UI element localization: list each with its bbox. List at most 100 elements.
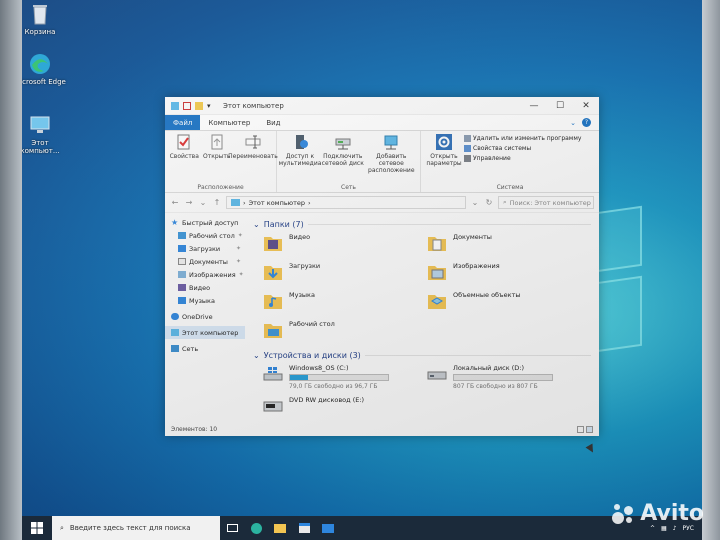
nav-item-label: Изображения xyxy=(189,270,236,279)
open-settings-label: Открыть параметры xyxy=(426,153,462,167)
programs-icon xyxy=(464,135,471,142)
expand-ribbon-chevron-icon[interactable]: ⌄ xyxy=(570,119,576,127)
uninstall-program-button[interactable]: Удалить или изменить программу xyxy=(464,135,581,142)
hard-drive-icon xyxy=(427,371,447,380)
media-access-label: Доступ к мультимедиа xyxy=(278,153,322,167)
properties-icon xyxy=(177,134,190,150)
system-properties-label: Свойства системы xyxy=(473,145,532,152)
drive-item-e[interactable]: DVD RW дисковод (E:) xyxy=(263,396,427,414)
network-drive-icon xyxy=(335,138,351,150)
start-button[interactable] xyxy=(22,516,52,540)
new-folder-qa-icon[interactable] xyxy=(195,101,203,110)
breadcrumb-this-pc[interactable]: Этот компьютер xyxy=(249,199,305,207)
up-arrow-icon[interactable]: ↑ xyxy=(212,198,222,207)
desktop-icon-this-pc[interactable]: Этот компьют... xyxy=(22,113,68,155)
title-bar[interactable]: ▾ Этот компьютер — ☐ ✕ xyxy=(165,97,599,115)
back-arrow-icon[interactable]: ← xyxy=(170,198,180,207)
add-network-location-button[interactable]: Добавить сетевое расположение xyxy=(366,133,417,182)
folder-item-3d-objects[interactable]: Объемные объекты xyxy=(427,291,591,315)
section-header-folders[interactable]: ⌄ Папки (7) xyxy=(253,217,591,231)
system-properties-icon xyxy=(464,145,471,152)
folder-item-videos[interactable]: Видео xyxy=(263,233,427,257)
dvd-drive-icon xyxy=(263,401,283,412)
address-bar[interactable]: › Этот компьютер › xyxy=(226,196,466,209)
open-settings-button[interactable]: Открыть параметры xyxy=(424,133,464,182)
folders-grid: Видео Документы Загрузки Изображения Муз… xyxy=(253,231,591,344)
taskbar-edge-button[interactable] xyxy=(244,516,268,540)
properties-qa-icon[interactable] xyxy=(183,101,191,110)
nav-item-desktop[interactable]: Рабочий стол ✦ xyxy=(165,229,245,242)
rename-label: Переименовать xyxy=(228,153,278,160)
folder-label: Загрузки xyxy=(289,262,321,270)
nav-item-network[interactable]: Сеть xyxy=(165,342,245,355)
address-dropdown-icon[interactable]: ⌄ xyxy=(470,198,480,207)
refresh-icon[interactable]: ↻ xyxy=(484,198,494,207)
taskbar-mail-button[interactable] xyxy=(316,516,340,540)
large-icons-view-icon[interactable] xyxy=(586,425,593,433)
nav-item-label: Загрузки xyxy=(189,244,221,253)
avito-watermark: Avito xyxy=(610,501,704,526)
drives-header-label: Устройства и диски (3) xyxy=(263,350,361,360)
manage-button[interactable]: Управление xyxy=(464,155,581,162)
system-properties-button[interactable]: Свойства системы xyxy=(464,145,581,152)
nav-item-pictures[interactable]: Изображения ✦ xyxy=(165,268,245,281)
tab-file[interactable]: Файл xyxy=(165,115,201,130)
folder-label: Объемные объекты xyxy=(453,291,521,299)
nav-item-onedrive[interactable]: OneDrive xyxy=(165,310,245,323)
desktop-icon-edge[interactable]: Microsoft Edge xyxy=(22,52,68,86)
windows-drive-icon xyxy=(263,367,283,381)
this-pc-icon xyxy=(171,329,179,336)
details-view-icon[interactable] xyxy=(577,425,584,433)
minimize-button[interactable]: — xyxy=(521,97,547,115)
media-access-button[interactable]: Доступ к мультимедиа xyxy=(278,133,322,182)
maximize-button[interactable]: ☐ xyxy=(547,97,573,115)
nav-item-quick-access[interactable]: ★ Быстрый доступ xyxy=(165,216,245,229)
video-folder-icon xyxy=(178,284,186,291)
breadcrumb-chevron-icon[interactable]: › xyxy=(308,199,311,207)
folder-item-documents[interactable]: Документы xyxy=(427,233,591,257)
nav-item-this-pc[interactable]: Этот компьютер xyxy=(165,326,245,339)
windows-logo-icon xyxy=(31,522,43,534)
edge-icon xyxy=(27,52,53,76)
taskbar-store-button[interactable] xyxy=(292,516,316,540)
properties-button[interactable]: Свойства xyxy=(168,133,201,182)
map-network-drive-label: Подключить сетевой диск xyxy=(321,153,364,167)
search-input[interactable]: ⌕ Поиск: Этот компьютер xyxy=(498,196,594,209)
folder-item-desktop[interactable]: Рабочий стол xyxy=(263,320,427,344)
folder-item-music[interactable]: Музыка xyxy=(263,291,427,315)
nav-item-music[interactable]: Музыка xyxy=(165,294,245,307)
drive-usage-bar xyxy=(453,374,553,381)
section-header-drives[interactable]: ⌄ Устройства и диски (3) xyxy=(253,348,591,362)
item-count: Элементов: 10 xyxy=(171,425,218,433)
tab-computer[interactable]: Компьютер xyxy=(200,115,258,130)
drive-item-d[interactable]: Локальный диск (D:) 807 ГБ свободно из 8… xyxy=(427,364,591,390)
forward-arrow-icon[interactable]: → xyxy=(184,198,194,207)
task-view-button[interactable] xyxy=(220,516,244,540)
breadcrumb-separator-icon: › xyxy=(243,198,246,207)
folder-item-downloads[interactable]: Загрузки xyxy=(263,262,427,286)
close-button[interactable]: ✕ xyxy=(573,97,599,115)
nav-item-downloads[interactable]: Загрузки ✦ xyxy=(165,242,245,255)
rename-button[interactable]: Переименовать xyxy=(228,133,278,182)
nav-item-videos[interactable]: Видео xyxy=(165,281,245,294)
taskbar-explorer-button[interactable] xyxy=(268,516,292,540)
desktop-icon-label: Этот компьют... xyxy=(22,139,60,155)
map-network-drive-button[interactable]: Подключить сетевой диск xyxy=(320,133,366,182)
ribbon-group-location: Свойства Открыть Переименовать Расположе… xyxy=(165,131,278,192)
help-icon[interactable]: ? xyxy=(582,118,591,127)
taskbar-search-placeholder: Введите здесь текст для поиска xyxy=(69,524,191,532)
drive-item-c[interactable]: Windows8_OS (C:) 79,0 ГБ свободно из 96,… xyxy=(263,364,427,390)
ribbon: Свойства Открыть Переименовать Расположе… xyxy=(165,131,599,193)
recent-chevron-icon[interactable]: ⌄ xyxy=(198,198,208,207)
customize-qa-chevron-icon[interactable]: ▾ xyxy=(207,102,215,110)
open-icon xyxy=(211,134,223,150)
folder-label: Рабочий стол xyxy=(289,320,335,328)
nav-item-documents[interactable]: Документы ✦ xyxy=(165,255,245,268)
folder-item-pictures[interactable]: Изображения xyxy=(427,262,591,286)
ribbon-group-network: Доступ к мультимедиа Подключить сетевой … xyxy=(277,131,421,192)
ribbon-group-label: Сеть xyxy=(341,184,356,191)
desktop-icon-recycle-bin[interactable]: Корзина xyxy=(22,2,68,36)
monitor-bezel-left xyxy=(0,0,22,540)
tab-view[interactable]: Вид xyxy=(258,115,288,130)
taskbar-search-input[interactable]: ⌕ Введите здесь текст для поиска xyxy=(52,516,220,540)
